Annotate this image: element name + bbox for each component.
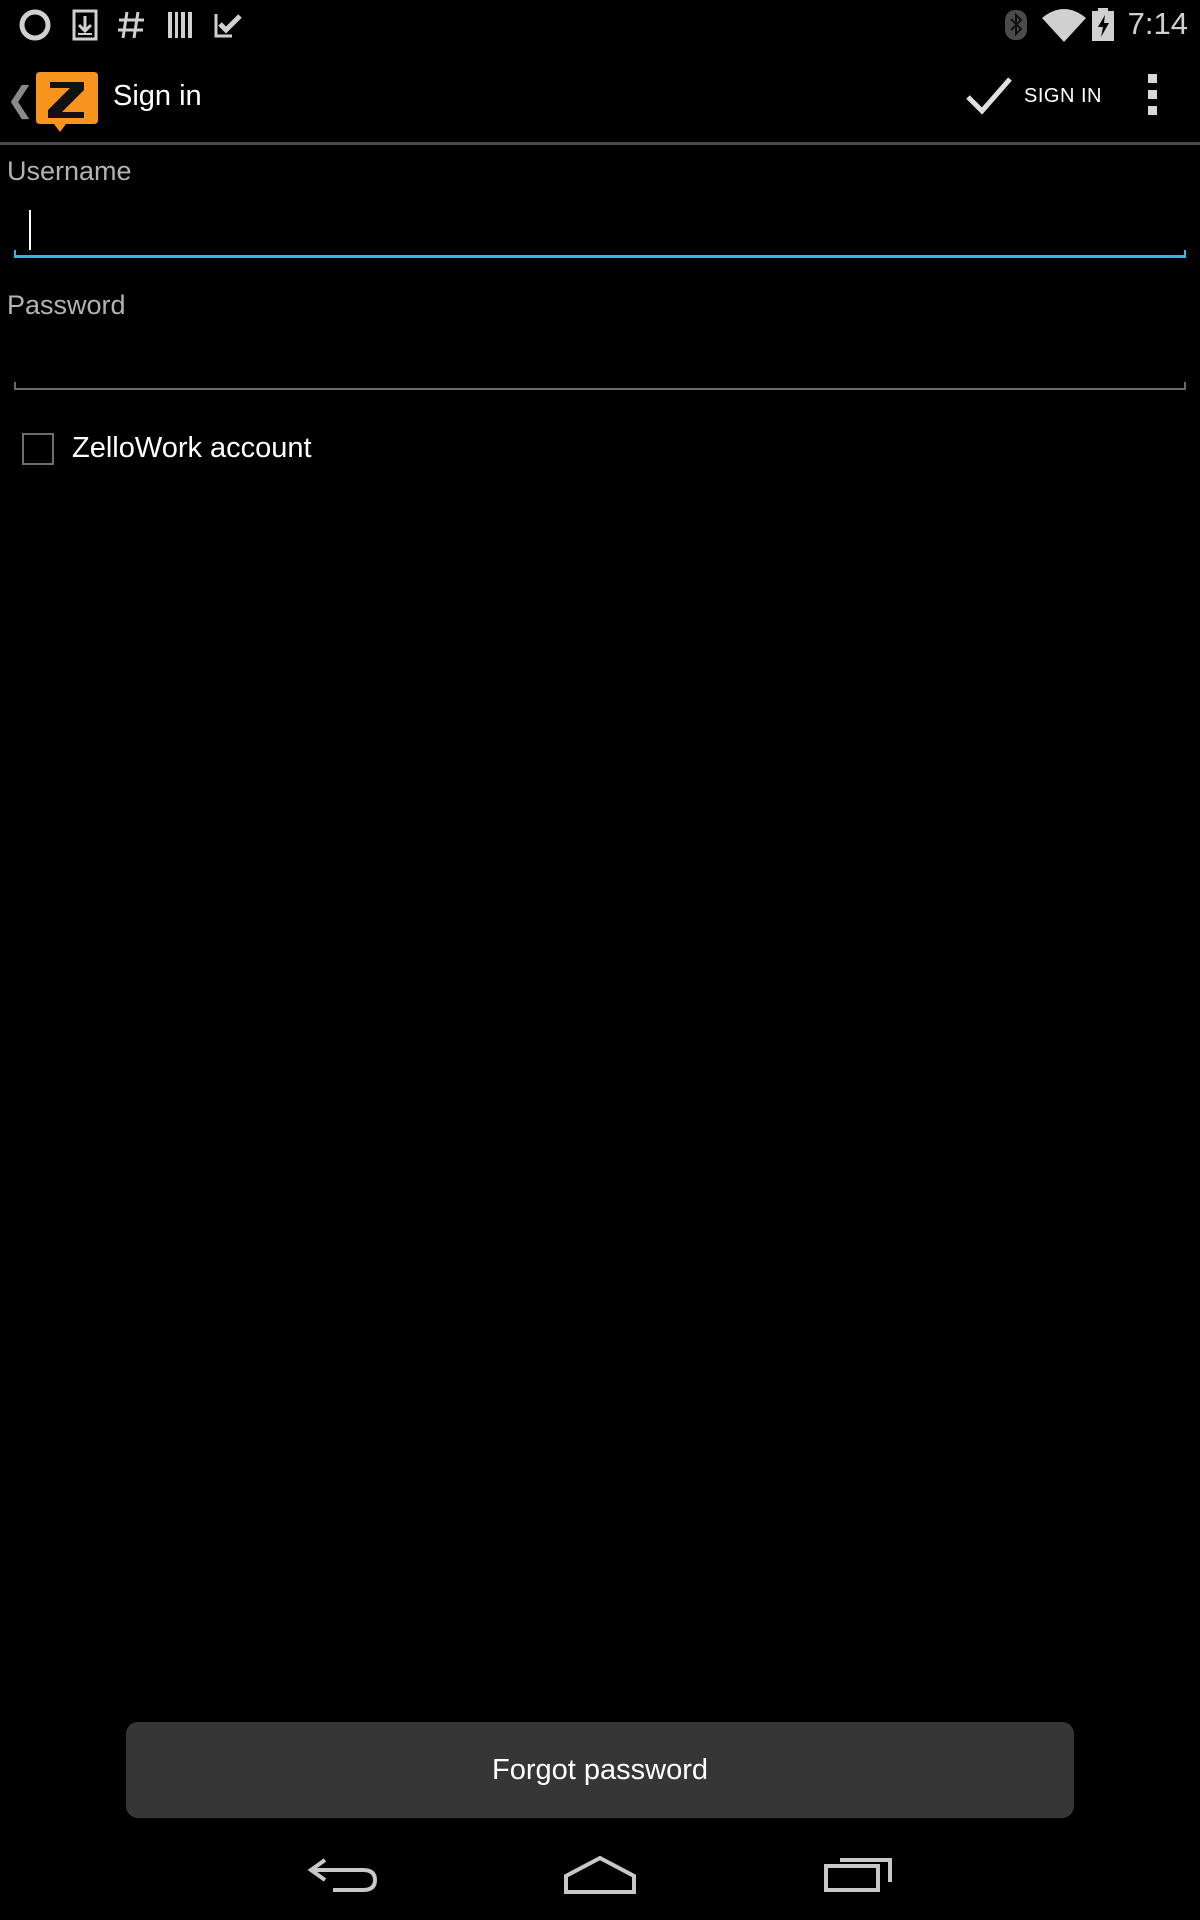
sign-in-button[interactable]: SIGN IN bbox=[962, 68, 1102, 124]
recents-icon[interactable] bbox=[818, 1848, 898, 1898]
action-bar: ❮ Sign in SIGN IN bbox=[0, 50, 1200, 142]
forgot-password-button[interactable]: Forgot password bbox=[126, 1722, 1074, 1818]
password-underline bbox=[14, 380, 1186, 390]
page-title: Sign in bbox=[113, 80, 202, 112]
up-caret-icon[interactable]: ❮ bbox=[6, 80, 35, 120]
hash-icon bbox=[118, 11, 144, 39]
back-icon[interactable] bbox=[303, 1848, 383, 1898]
check-icon bbox=[214, 14, 242, 38]
action-bar-divider bbox=[0, 142, 1200, 145]
password-label: Password bbox=[7, 290, 126, 320]
bluetooth-icon bbox=[1005, 10, 1027, 40]
overflow-menu-icon[interactable] bbox=[1142, 74, 1162, 118]
download-icon bbox=[72, 9, 98, 41]
username-underline bbox=[14, 248, 1186, 258]
wifi-icon bbox=[1042, 9, 1086, 42]
text-cursor bbox=[29, 210, 31, 250]
password-input[interactable] bbox=[14, 336, 1186, 386]
home-icon[interactable] bbox=[560, 1848, 640, 1898]
zellowork-checkbox-label: ZelloWork account bbox=[72, 432, 312, 464]
navigation-bar bbox=[0, 1830, 1200, 1920]
barcode-icon bbox=[168, 12, 192, 38]
username-label: Username bbox=[7, 156, 132, 186]
zellowork-checkbox[interactable] bbox=[22, 432, 54, 465]
status-bar: 7:14 bbox=[0, 0, 1200, 50]
checkmark-icon bbox=[966, 77, 1012, 115]
zello-logo-icon[interactable] bbox=[32, 66, 102, 136]
sign-in-label: SIGN IN bbox=[1024, 84, 1102, 107]
battery-charging-icon bbox=[1092, 8, 1114, 41]
clock: 7:14 bbox=[1127, 6, 1188, 41]
zellowork-checkbox-row[interactable]: ZelloWork account bbox=[22, 432, 312, 465]
circle-icon bbox=[19, 9, 51, 41]
